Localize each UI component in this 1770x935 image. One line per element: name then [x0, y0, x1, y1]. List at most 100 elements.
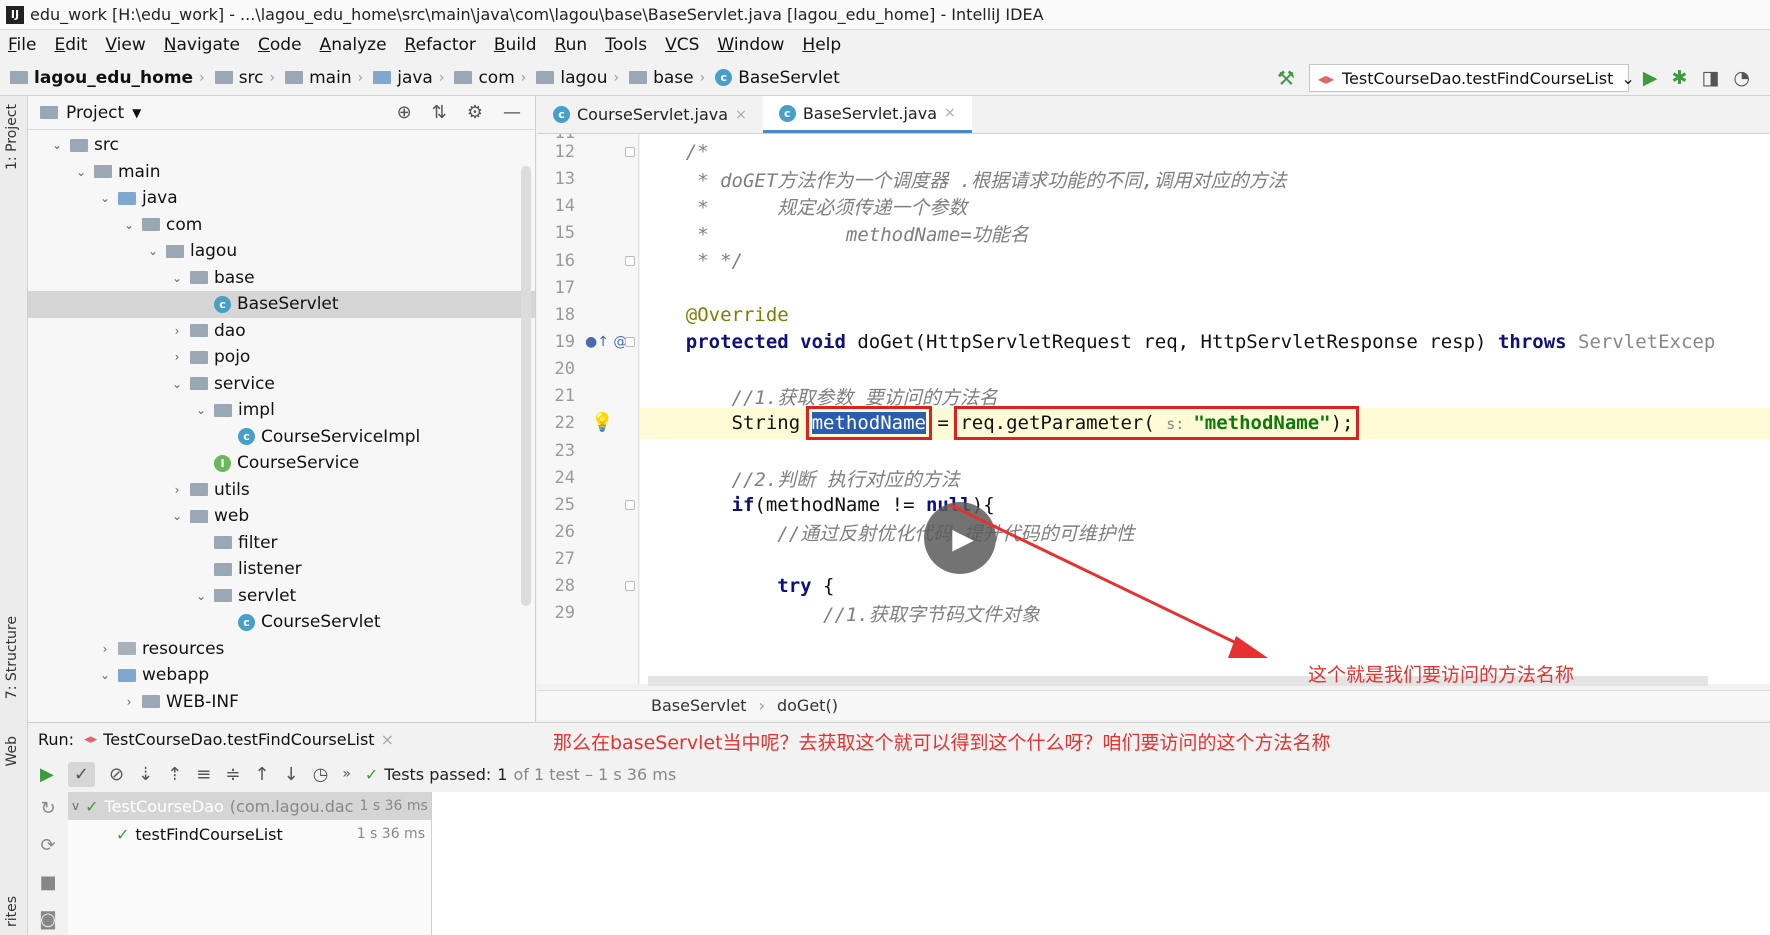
fold-marker-icon[interactable]: [625, 256, 635, 266]
tab-baseservlet-java[interactable]: c BaseServlet.java ×: [762, 96, 972, 133]
menu-code[interactable]: Code: [258, 35, 302, 55]
profile-icon[interactable]: ◔: [1733, 67, 1750, 89]
project-tree-item[interactable]: › utils: [28, 477, 535, 504]
run-configuration-select[interactable]: ◂▸ TestCourseDao.testFindCourseList ⌄: [1308, 64, 1635, 92]
video-play-button[interactable]: ▶: [924, 502, 996, 574]
project-tree-item[interactable]: ⌄ web: [28, 503, 535, 530]
breadcrumb-lagou[interactable]: lagou: [536, 68, 607, 88]
collapse-all-icon[interactable]: ⇅: [432, 102, 447, 123]
favorites-tool-tab[interactable]: rites: [4, 896, 20, 927]
menu-file[interactable]: File: [8, 35, 36, 55]
test-case-row[interactable]: ✓ testFindCourseList 1 s 36 ms: [68, 820, 431, 848]
coverage-icon[interactable]: ◨: [1701, 67, 1719, 89]
fold-marker-icon[interactable]: [625, 337, 635, 347]
breadcrumb-project[interactable]: lagou_edu_home: [10, 68, 193, 88]
project-tree-item[interactable]: c CourseServiceImpl: [28, 424, 535, 451]
debug-bug-icon[interactable]: ✱: [1672, 67, 1688, 89]
chevron-down-icon[interactable]: ⌄: [98, 668, 112, 682]
chevron-down-icon[interactable]: ⌄: [122, 218, 136, 232]
chevron-right-icon[interactable]: ›: [122, 695, 136, 709]
breadcrumb-com[interactable]: com: [454, 68, 515, 88]
menu-vcs[interactable]: VCS: [665, 35, 699, 55]
chevron-down-icon[interactable]: ⌄: [170, 509, 184, 523]
menu-run[interactable]: Run: [555, 35, 588, 55]
project-tree-item[interactable]: c CourseServlet: [28, 609, 535, 636]
sort-duration-icon[interactable]: ⇡: [167, 764, 182, 785]
project-tree-item[interactable]: ⌄ java: [28, 185, 535, 212]
rerun-icon[interactable]: ▶: [40, 764, 54, 785]
selected-variable-methodname[interactable]: methodName: [805, 406, 933, 441]
lightbulb-icon[interactable]: 💡: [591, 412, 613, 433]
run-icon[interactable]: ▶: [1643, 67, 1658, 89]
menu-window[interactable]: Window: [717, 35, 784, 55]
chevron-down-icon[interactable]: ⌄: [50, 138, 64, 152]
close-icon[interactable]: ×: [944, 105, 956, 121]
editor-breadcrumb-method[interactable]: doGet(): [777, 696, 838, 715]
close-icon[interactable]: ×: [381, 730, 394, 749]
project-tree-item[interactable]: ⌄ main: [28, 159, 535, 186]
project-tree-item[interactable]: ⌄ servlet: [28, 583, 535, 610]
menu-build[interactable]: Build: [494, 35, 537, 55]
run-tab-testfindcourselist[interactable]: ◂▸ TestCourseDao.testFindCourseList ×: [84, 730, 394, 749]
chevron-down-icon[interactable]: ⌄: [194, 589, 208, 603]
breadcrumb-src[interactable]: src: [214, 68, 264, 88]
project-tree-item[interactable]: listener: [28, 556, 535, 583]
project-tree-item[interactable]: I CourseService: [28, 450, 535, 477]
menu-edit[interactable]: Edit: [54, 35, 87, 55]
more-chevron-icon[interactable]: »: [342, 766, 351, 782]
web-tool-tab[interactable]: Web: [4, 736, 20, 767]
chevron-down-icon[interactable]: ⌄: [74, 165, 88, 179]
chevron-right-icon[interactable]: ›: [170, 324, 184, 338]
test-suite-row[interactable]: v ✓ TestCourseDao (com.lagou.dac 1 s 36 …: [68, 792, 431, 820]
close-icon[interactable]: ×: [735, 107, 747, 123]
menu-help[interactable]: Help: [802, 35, 841, 55]
next-failed-icon[interactable]: ↓: [284, 764, 299, 785]
menu-navigate[interactable]: Navigate: [164, 35, 240, 55]
project-tree-item[interactable]: ⌄ src: [28, 132, 535, 159]
menu-view[interactable]: View: [105, 35, 145, 55]
chevron-down-icon[interactable]: ⌄: [170, 271, 184, 285]
chevron-down-icon[interactable]: ⌄: [98, 191, 112, 205]
test-console-output[interactable]: [432, 792, 1770, 935]
project-tree-item[interactable]: › dao: [28, 318, 535, 345]
chevron-down-icon[interactable]: ▼: [132, 106, 141, 120]
fold-marker-icon[interactable]: [625, 581, 635, 591]
test-history-clock-icon[interactable]: ◷: [313, 764, 329, 785]
project-tree-item[interactable]: ⌄ base: [28, 265, 535, 292]
minimize-icon[interactable]: —: [503, 102, 521, 123]
chevron-right-icon[interactable]: ›: [170, 483, 184, 497]
build-hammer-icon[interactable]: ⚒: [1277, 66, 1295, 90]
previous-failed-icon[interactable]: ↑: [254, 764, 269, 785]
project-tree-item[interactable]: filter: [28, 530, 535, 557]
breadcrumb-baseservlet[interactable]: c BaseServlet: [715, 68, 840, 88]
chevron-down-icon[interactable]: ⌄: [146, 244, 160, 258]
tab-courseservlet-java[interactable]: c CourseServlet.java ×: [537, 96, 763, 133]
expand-all-icon[interactable]: ≡: [196, 764, 211, 785]
project-tree-item[interactable]: ⌄ lagou: [28, 238, 535, 265]
menu-tools[interactable]: Tools: [605, 35, 647, 55]
structure-tool-tab[interactable]: 7: Structure: [4, 616, 20, 699]
chevron-right-icon[interactable]: ›: [170, 350, 184, 364]
override-method-icon[interactable]: ●↑ @: [585, 334, 627, 350]
gear-icon[interactable]: ⚙: [467, 102, 483, 123]
breadcrumb-base[interactable]: base: [629, 68, 694, 88]
project-tree-item[interactable]: ⌄ service: [28, 371, 535, 398]
chevron-right-icon[interactable]: ›: [98, 642, 112, 656]
camera-icon[interactable]: ◙: [39, 909, 56, 930]
show-passed-check-icon[interactable]: ✓: [67, 761, 95, 787]
fold-marker-icon[interactable]: [625, 147, 635, 157]
chevron-down-icon[interactable]: ⌄: [194, 403, 208, 417]
stop-icon[interactable]: ■: [39, 872, 56, 893]
code-editor[interactable]: /* * doGET方法作为一个调度器 .根据请求功能的不同,调用对应的方法 *…: [640, 134, 1770, 684]
project-tree-item[interactable]: ⌄ webapp: [28, 662, 535, 689]
project-tree-item[interactable]: ⌄ impl: [28, 397, 535, 424]
project-tree-item[interactable]: › resources: [28, 636, 535, 663]
toggle-auto-test-icon[interactable]: ⟳: [40, 835, 55, 856]
chevron-down-icon[interactable]: ⌄: [170, 377, 184, 391]
editor-breadcrumb-class[interactable]: BaseServlet: [651, 696, 747, 715]
collapse-all-icon[interactable]: ≑: [225, 764, 240, 785]
show-ignored-icon[interactable]: ⊘: [109, 764, 124, 785]
sort-alpha-icon[interactable]: ⇣: [138, 764, 153, 785]
project-tool-tab[interactable]: 1: Project: [4, 104, 20, 170]
menu-refactor[interactable]: Refactor: [405, 35, 476, 55]
